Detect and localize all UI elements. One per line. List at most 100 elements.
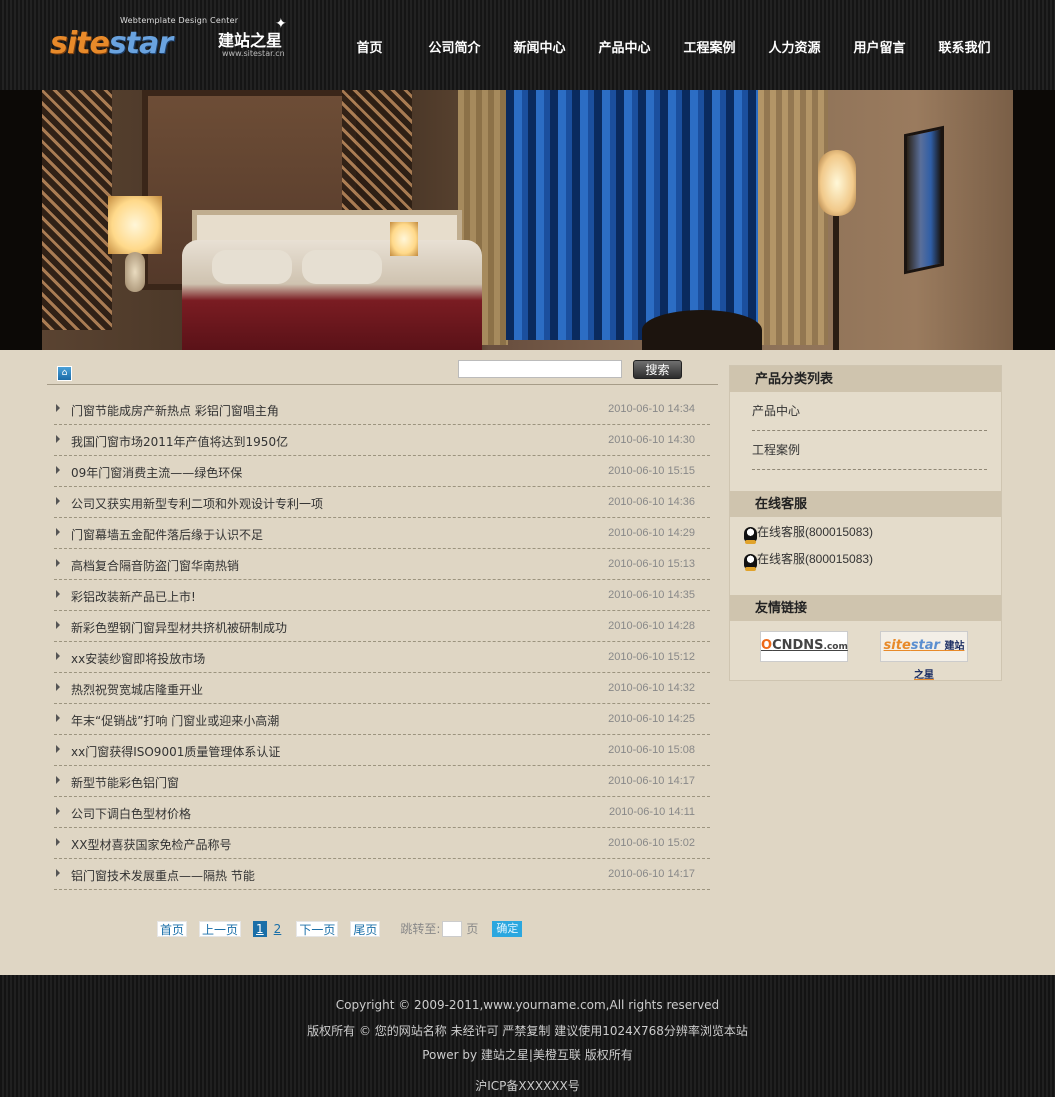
curtain [758, 90, 828, 345]
home-icon[interactable]: ⌂ [57, 366, 72, 381]
news-title-link[interactable]: 年末“促销战”打响 门窗业或迎来小高潮 [71, 712, 279, 729]
bullet-arrow-icon [56, 590, 60, 598]
bullet-arrow-icon [56, 435, 60, 443]
news-item: 公司下调白色型材价格 2010-06-10 14:11 [54, 797, 710, 828]
news-title-link[interactable]: 公司下调白色型材价格 [71, 805, 191, 822]
search-button[interactable]: 搜索 [633, 360, 682, 379]
jump-label: 跳转至: [400, 922, 441, 936]
news-date: 2010-06-10 14:32 [608, 682, 695, 694]
news-date: 2010-06-10 14:17 [608, 775, 695, 787]
page-prev-button[interactable]: 上一页 [199, 920, 242, 937]
sitestar-logo-link[interactable]: sitestar 建站之星 [880, 631, 968, 681]
sidebar: 产品分类列表 产品中心 工程案例 在线客服 在线客服(800015083) 在线… [729, 365, 1002, 681]
nav-about[interactable]: 公司简介 [412, 38, 497, 62]
bullet-arrow-icon [56, 714, 60, 722]
nav-products[interactable]: 产品中心 [582, 38, 667, 62]
news-title-link[interactable]: XX型材喜获国家免检产品称号 [71, 836, 231, 853]
bullet-arrow-icon [56, 869, 60, 877]
nav-home[interactable]: 首页 [327, 38, 412, 62]
header: Webtemplate Design Center ✦ sitestar 建站之… [0, 0, 1055, 90]
jump-page-input[interactable] [442, 920, 463, 937]
news-title-link[interactable]: 门窗幕墙五金配件落后缘于认识不足 [71, 526, 263, 543]
floor-lamp [818, 150, 856, 216]
logo-subtitle: Webtemplate Design Center [120, 16, 239, 25]
news-date: 2010-06-10 15:13 [608, 558, 695, 570]
news-title-link[interactable]: 公司又获实用新型专利二项和外观设计专利一项 [71, 495, 323, 512]
page-number-1[interactable]: 1 [253, 920, 267, 937]
site-logo[interactable]: Webtemplate Design Center ✦ sitestar 建站之… [50, 14, 290, 64]
page-next-button[interactable]: 下一页 [296, 920, 339, 937]
page-unit-label: 页 [466, 922, 479, 936]
news-date: 2010-06-10 14:35 [608, 589, 695, 601]
news-title-link[interactable]: 铝门窗技术发展重点——隔热 节能 [71, 867, 255, 884]
nav-hr[interactable]: 人力资源 [752, 38, 837, 62]
news-item: 门窗节能成房产新热点 彩铝门窗唱主角 2010-06-10 14:34 [54, 394, 710, 425]
page-first-button[interactable]: 首页 [157, 920, 188, 937]
nav-news[interactable]: 新闻中心 [497, 38, 582, 62]
bullet-arrow-icon [56, 776, 60, 784]
news-title-link[interactable]: 09年门窗消费主流——绿色环保 [71, 464, 242, 481]
news-title-link[interactable]: 门窗节能成房产新热点 彩铝门窗唱主角 [71, 402, 279, 419]
lamp [108, 196, 162, 254]
news-title-link[interactable]: xx门窗获得ISO9001质量管理体系认证 [71, 743, 280, 760]
logo-chinese: 建站之星 [218, 31, 283, 50]
news-title-link[interactable]: 高档复合隔音防盗门窗华南热销 [71, 557, 239, 574]
news-date: 2010-06-10 15:02 [608, 837, 695, 849]
news-date: 2010-06-10 14:25 [608, 713, 695, 725]
news-title-link[interactable]: xx安装纱窗即将投放市场 [71, 650, 205, 667]
categories-heading: 产品分类列表 [730, 366, 1001, 392]
category-link-cases[interactable]: 工程案例 [752, 431, 987, 470]
qq-service-link[interactable]: 在线客服(800015083) [730, 519, 1001, 546]
news-title-link[interactable]: 我国门窗市场2011年产值将达到1950亿 [71, 433, 288, 450]
service-heading: 在线客服 [730, 491, 1001, 517]
news-item: 热烈祝贺宽城店隆重开业 2010-06-10 14:32 [54, 673, 710, 704]
page-last-button[interactable]: 尾页 [350, 920, 381, 937]
nav-cases[interactable]: 工程案例 [667, 38, 752, 62]
side-table [642, 310, 762, 350]
news-title-link[interactable]: 彩铝改装新产品已上市! [71, 588, 196, 605]
news-item: 铝门窗技术发展重点——隔热 节能 2010-06-10 14:17 [54, 859, 710, 890]
news-date: 2010-06-10 15:15 [608, 465, 695, 477]
news-date: 2010-06-10 14:29 [608, 527, 695, 539]
bullet-arrow-icon [56, 807, 60, 815]
page-number-2[interactable]: 2 [271, 921, 285, 937]
qq-penguin-icon [744, 554, 757, 571]
news-item: xx门窗获得ISO9001质量管理体系认证 2010-06-10 15:08 [54, 735, 710, 766]
bullet-arrow-icon [56, 745, 60, 753]
cndns-logo-link[interactable]: OCNDNS.com [760, 631, 848, 662]
lamp [390, 222, 418, 256]
nav-contact[interactable]: 联系我们 [922, 38, 1007, 62]
qq-service-link[interactable]: 在线客服(800015083) [730, 546, 1001, 573]
news-date: 2010-06-10 14:30 [608, 434, 695, 446]
bullet-arrow-icon [56, 404, 60, 412]
news-title-link[interactable]: 新型节能彩色铝门窗 [71, 774, 179, 791]
pagination: 首页 上一页 1 2 下一页 尾页 跳转至: 页 确定 [157, 920, 523, 937]
jump-go-button[interactable]: 确定 [492, 920, 523, 937]
bullet-arrow-icon [56, 497, 60, 505]
footer-power: Power by 建站之星|美橙互联 版权所有 [422, 1048, 633, 1062]
news-date: 2010-06-10 15:08 [608, 744, 695, 756]
news-item: 高档复合隔音防盗门窗华南热销 2010-06-10 15:13 [54, 549, 710, 580]
main-nav: 首页 公司简介 新闻中心 产品中心 工程案例 人力资源 用户留言 联系我们 [327, 38, 1007, 62]
search-input[interactable] [458, 360, 622, 378]
links-heading: 友情链接 [730, 595, 1001, 621]
category-link-products[interactable]: 产品中心 [752, 392, 987, 431]
footer: Copyright © 2009-2011,www.yourname.com,A… [0, 975, 1055, 1097]
footer-rights: 版权所有 © 您的网站名称 未经许可 严禁复制 建议使用1024X768分辨率浏… [307, 1024, 748, 1038]
logo-url: www.sitestar.cn [222, 49, 285, 58]
service-label: 在线客服(800015083) [757, 552, 874, 566]
news-title-link[interactable]: 热烈祝贺宽城店隆重开业 [71, 681, 203, 698]
bullet-arrow-icon [56, 621, 60, 629]
news-item: 年末“促销战”打响 门窗业或迎来小高潮 2010-06-10 14:25 [54, 704, 710, 735]
news-item: 彩铝改装新产品已上市! 2010-06-10 14:35 [54, 580, 710, 611]
wall-tv [904, 125, 944, 275]
lamp-base [125, 252, 145, 292]
news-date: 2010-06-10 14:11 [608, 806, 695, 818]
hero-banner [0, 90, 1055, 350]
news-item: 我国门窗市场2011年产值将达到1950亿 2010-06-10 14:30 [54, 425, 710, 456]
nav-guestbook[interactable]: 用户留言 [837, 38, 922, 62]
pillow [302, 250, 382, 284]
news-title-link[interactable]: 新彩色塑钢门窗异型材共挤机被研制成功 [71, 619, 287, 636]
bullet-arrow-icon [56, 559, 60, 567]
news-item: XX型材喜获国家免检产品称号 2010-06-10 15:02 [54, 828, 710, 859]
